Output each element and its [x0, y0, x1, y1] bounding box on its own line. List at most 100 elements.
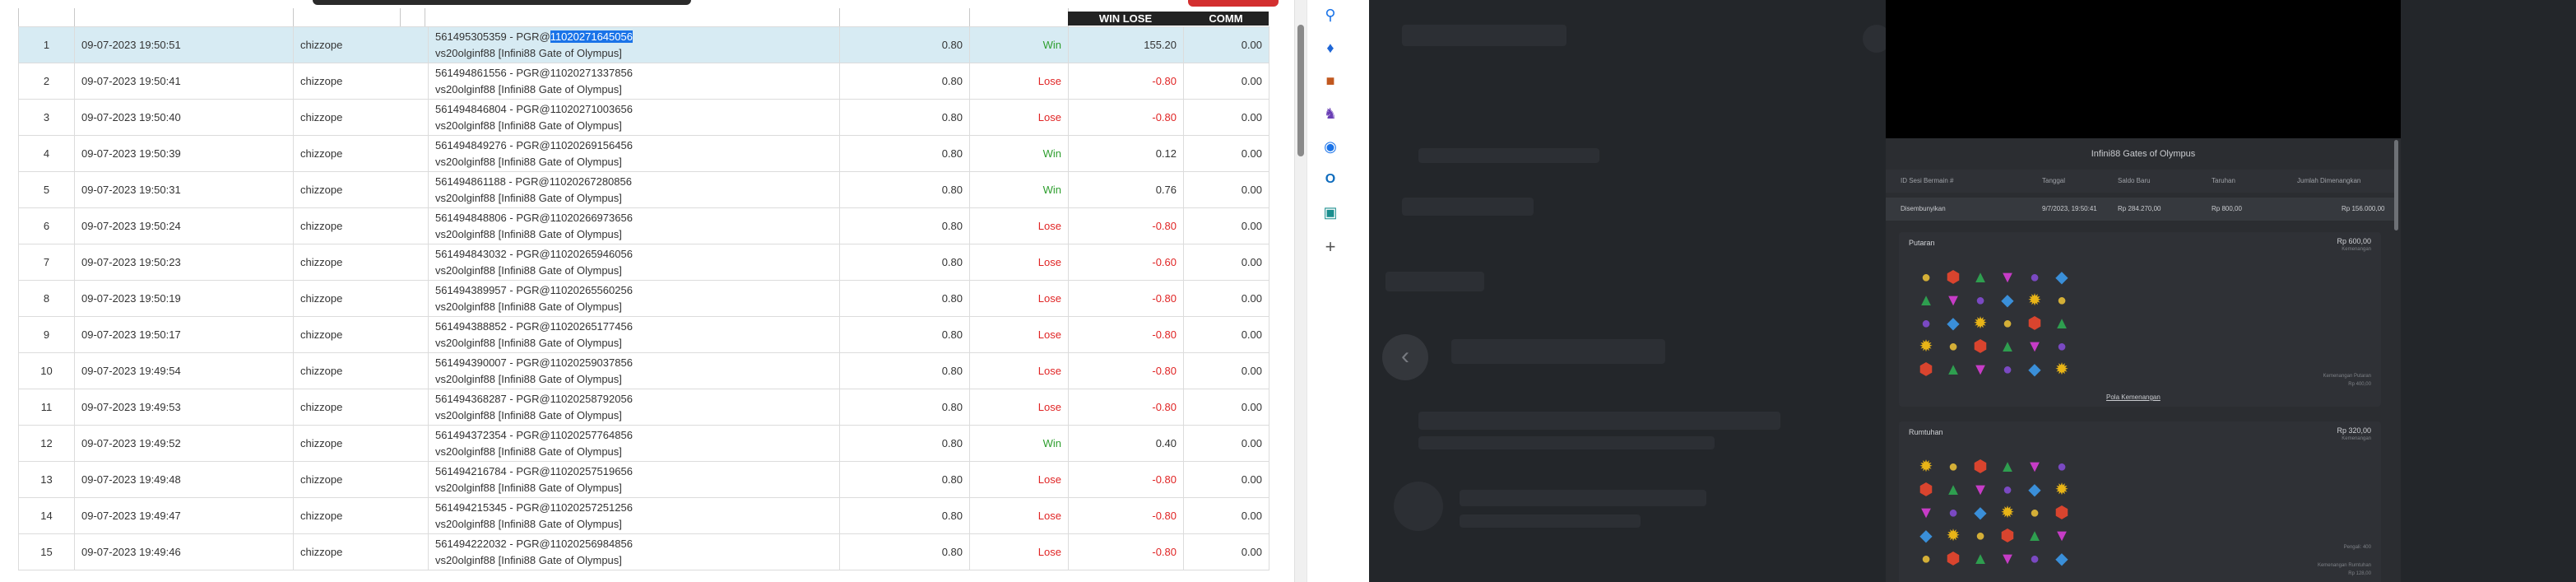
floating-toolbar[interactable]	[313, 0, 691, 5]
ghost-block	[1418, 412, 1780, 430]
row-username: chizzope	[293, 26, 429, 63]
row-result: Win	[969, 135, 1069, 172]
slot-symbol-icon: ●	[1947, 338, 1959, 356]
chess-icon[interactable]: ♞	[1320, 104, 1340, 123]
table-row[interactable]: 3 09-07-2023 19:50:40 chizzope 561494846804…	[18, 99, 1269, 136]
circle-app-icon[interactable]: ◉	[1320, 137, 1340, 156]
row-winlose: -0.80	[1068, 352, 1184, 389]
row-winlose: -0.60	[1068, 244, 1184, 281]
column-header-comm[interactable]: COMM	[1183, 12, 1269, 26]
row-username: chizzope	[293, 425, 429, 462]
row-description[interactable]: 561494390007 - PGR@11020259037856 vs20olg…	[428, 352, 840, 389]
header-divider	[18, 8, 19, 26]
modal-title: Infini88 Gates of Olympus	[1886, 138, 2401, 170]
table-row[interactable]: 10 09-07-2023 19:49:54 chizzope 56149439000…	[18, 352, 1269, 389]
search-icon[interactable]: ⚲	[1320, 5, 1340, 25]
table-row[interactable]: 9 09-07-2023 19:50:17 chizzope 561494388852…	[18, 316, 1269, 353]
slot-symbol-icon: ✹	[1973, 314, 1988, 333]
row-game: vs20olginf88 [Infini88 Gate of Olympus]	[435, 408, 622, 421]
row-description[interactable]: 561494389957 - PGR@11020265560256 vs20olg…	[428, 280, 840, 317]
row-number: 4	[18, 135, 75, 172]
table-row[interactable]: 13 09-07-2023 19:49:48 chizzope 56149421678…	[18, 461, 1269, 498]
row-number: 11	[18, 389, 75, 426]
summary-header: Taruhan	[2212, 177, 2235, 184]
ghost-block	[1418, 436, 1715, 449]
row-reference: 561494216784 - PGR@11020257519656	[435, 464, 633, 477]
table-scrollbar-thumb[interactable]	[1297, 25, 1304, 156]
row-description[interactable]: 561494388852 - PGR@11020265177456 vs20olg…	[428, 316, 840, 353]
slot-symbol-icon: ▲	[1999, 458, 2016, 476]
tumble-multiplier: Pengali: 400	[2343, 545, 2371, 550]
row-description[interactable]: 561494368287 - PGR@11020258792056 vs20olg…	[428, 389, 840, 426]
row-description[interactable]: 561494222032 - PGR@11020256984856 vs20olg…	[428, 533, 840, 570]
table-row[interactable]: 4 09-07-2023 19:50:39 chizzope 561494849276…	[18, 135, 1269, 172]
row-bet-amount: 0.80	[839, 425, 970, 462]
cart-icon[interactable]: ▣	[1320, 203, 1340, 222]
row-username: chizzope	[293, 63, 429, 100]
row-description[interactable]: 561495305359 - PGR@11020271645056 vs20olg…	[428, 26, 840, 63]
row-username: chizzope	[293, 352, 429, 389]
winning-pattern-link[interactable]: Pola Kemenangan	[2106, 393, 2161, 401]
table-row[interactable]: 12 09-07-2023 19:49:52 chizzope 56149437235…	[18, 425, 1269, 462]
red-action-button[interactable]	[1188, 0, 1279, 7]
row-number: 6	[18, 207, 75, 244]
slot-symbol-icon: ◆	[2055, 550, 2068, 568]
table-row[interactable]: 5 09-07-2023 19:50:31 chizzope 561494861188…	[18, 171, 1269, 208]
row-game: vs20olginf88 [Infini88 Gate of Olympus]	[435, 82, 622, 95]
briefcase-icon[interactable]: ■	[1320, 71, 1340, 91]
row-game: vs20olginf88 [Infini88 Gate of Olympus]	[435, 336, 622, 349]
row-result: Lose	[969, 352, 1069, 389]
row-result: Lose	[969, 244, 1069, 281]
tumble-panel-title: Rumtuhan	[1909, 428, 1943, 436]
game-detail-modal: Infini88 Gates of Olympus ID Sesi Bermai…	[1886, 0, 2401, 582]
slot-symbol-icon: ▼	[1972, 481, 1989, 499]
row-winlose: -0.80	[1068, 497, 1184, 534]
plus-icon[interactable]: +	[1320, 237, 1340, 257]
outlook-icon[interactable]: O	[1320, 170, 1340, 189]
row-result: Lose	[969, 461, 1069, 498]
row-bet-amount: 0.80	[839, 280, 970, 317]
row-description[interactable]: 561494861188 - PGR@11020267280856 vs20olg…	[428, 171, 840, 208]
table-row[interactable]: 7 09-07-2023 19:50:23 chizzope 561494843032…	[18, 244, 1269, 281]
tag-icon[interactable]: ♦	[1320, 38, 1340, 58]
slot-symbol-icon: ▲	[1945, 481, 1961, 499]
transaction-table-body: 1 09-07-2023 19:50:51 chizzope 561495305359…	[18, 26, 1269, 570]
row-description[interactable]: 561494843032 - PGR@11020265946056 vs20olg…	[428, 244, 840, 281]
spin-panel-amount-label: Kemenangan	[2342, 247, 2371, 252]
row-datetime: 09-07-2023 19:49:47	[74, 497, 294, 534]
row-description[interactable]: 561494849276 - PGR@11020269156456 vs20olg…	[428, 135, 840, 172]
table-row[interactable]: 11 09-07-2023 19:49:53 chizzope 56149436828…	[18, 389, 1269, 426]
row-reference: 561494861188 - PGR@11020267280856	[435, 175, 632, 188]
tumble-panel-amount: Rp 320,00	[2337, 426, 2371, 435]
row-reference: 561494846804 - PGR@11020271003656	[435, 102, 633, 115]
table-row[interactable]: 15 09-07-2023 19:49:46 chizzope 56149422203…	[18, 533, 1269, 570]
table-row[interactable]: 2 09-07-2023 19:50:41 chizzope 561494861556…	[18, 63, 1269, 100]
table-row[interactable]: 6 09-07-2023 19:50:24 chizzope 561494848806…	[18, 207, 1269, 244]
row-reference: 561494368287 - PGR@11020258792056	[435, 392, 633, 405]
row-comm: 0.00	[1183, 171, 1269, 208]
column-header-winlose[interactable]: WIN LOSE	[1068, 12, 1183, 26]
table-row[interactable]: 1 09-07-2023 19:50:51 chizzope 561495305359…	[18, 26, 1269, 63]
row-description[interactable]: 561494848806 - PGR@11020266973656 vs20olg…	[428, 207, 840, 244]
row-description[interactable]: 561494216784 - PGR@11020257519656 vs20olg…	[428, 461, 840, 498]
row-description[interactable]: 561494372354 - PGR@11020257764856 vs20olg…	[428, 425, 840, 462]
table-row[interactable]: 8 09-07-2023 19:50:19 chizzope 561494389957…	[18, 280, 1269, 317]
header-divider	[74, 8, 75, 26]
row-description[interactable]: 561494861556 - PGR@11020271337856 vs20olg…	[428, 63, 840, 100]
row-winlose: -0.80	[1068, 99, 1184, 136]
row-reference: 561494843032 - PGR@11020265946056	[435, 247, 633, 260]
modal-scrollbar[interactable]	[2394, 140, 2398, 230]
slot-symbol-icon: ⬢	[1946, 268, 1961, 286]
summary-value: Disembunyikan	[1901, 205, 1946, 212]
row-description[interactable]: 561494846804 - PGR@11020271003656 vs20olg…	[428, 99, 840, 136]
row-description[interactable]: 561494215345 - PGR@11020257251256 vs20olg…	[428, 497, 840, 534]
back-arrow-icon[interactable]: ‹	[1382, 334, 1428, 380]
spin-panel-amount: Rp 600,00	[2337, 237, 2371, 245]
row-reference: 561494861556 - PGR@11020271337856	[435, 66, 633, 79]
row-result: Win	[969, 425, 1069, 462]
row-number: 2	[18, 63, 75, 100]
table-row[interactable]: 14 09-07-2023 19:49:47 chizzope 56149421534…	[18, 497, 1269, 534]
row-comm: 0.00	[1183, 135, 1269, 172]
row-bet-amount: 0.80	[839, 533, 970, 570]
row-comm: 0.00	[1183, 352, 1269, 389]
